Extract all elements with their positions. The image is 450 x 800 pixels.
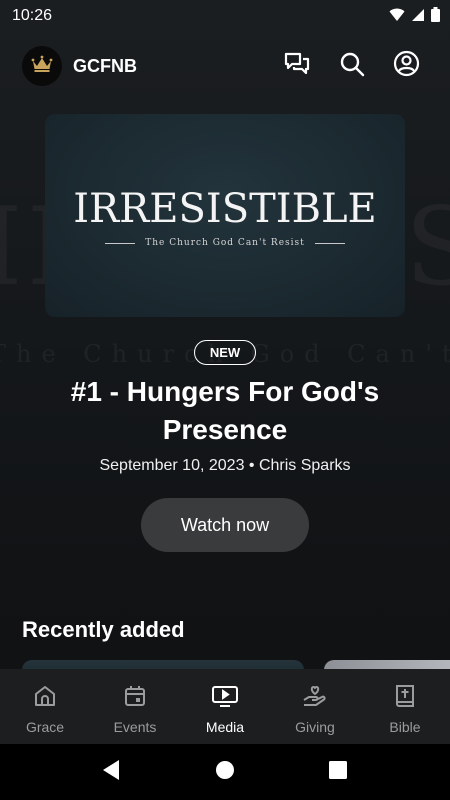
bible-icon <box>391 682 419 710</box>
artwork-title: IRRESISTIBLE <box>73 186 377 232</box>
profile-button[interactable] <box>391 50 421 82</box>
app-header: GCFNB <box>0 44 450 88</box>
nav-item-events[interactable]: Events <box>90 669 180 744</box>
battery-icon <box>431 7 440 22</box>
calendar-icon <box>121 682 149 710</box>
nav-item-bible[interactable]: Bible <box>360 669 450 744</box>
recents-square-icon <box>328 760 348 785</box>
chat-bubbles-icon <box>283 51 311 82</box>
status-icons <box>389 7 440 22</box>
nav-item-media[interactable]: Media <box>180 669 270 744</box>
status-time: 10:26 <box>12 7 53 24</box>
church-icon <box>31 682 59 710</box>
nav-label: Media <box>205 719 245 735</box>
recents-button[interactable] <box>326 760 350 784</box>
search-button[interactable] <box>337 51 367 81</box>
nav-label: Grace <box>25 719 65 735</box>
new-badge: NEW <box>194 340 256 365</box>
home-button[interactable] <box>213 760 237 784</box>
messages-button[interactable] <box>282 51 312 81</box>
tv-play-icon <box>211 682 239 710</box>
divider-line <box>314 242 345 244</box>
status-bar: 10:26 <box>0 0 450 32</box>
home-circle-icon <box>215 760 235 785</box>
artwork-subtitle: The Church God Can't Resist <box>145 238 305 248</box>
system-navigation-bar <box>0 744 450 800</box>
nav-item-giving[interactable]: Giving <box>270 669 360 744</box>
bottom-navigation: Grace Events Media Giving Bible <box>0 669 450 744</box>
hero-artwork[interactable]: IRRESISTIBLE The Church God Can't Resist <box>45 114 405 317</box>
section-title: Recently added <box>22 617 185 642</box>
cellular-signal-icon <box>411 8 425 22</box>
sermon-title: #1 - Hungers For God's Presence <box>70 376 380 445</box>
artwork-subtitle-row: The Church God Can't Resist <box>45 238 405 248</box>
back-triangle-icon <box>101 759 121 786</box>
nav-label: Bible <box>389 719 421 735</box>
giving-hand-icon <box>301 682 329 710</box>
back-button[interactable] <box>99 759 123 786</box>
account-circle-icon <box>393 50 420 82</box>
app-title: GCFNB <box>73 56 137 76</box>
sermon-meta: September 10, 2023 • Chris Sparks <box>99 457 351 474</box>
watch-now-button[interactable]: Watch now <box>141 498 309 552</box>
nav-item-grace[interactable]: Grace <box>0 669 90 744</box>
church-logo[interactable] <box>22 46 62 86</box>
app-screen: IRRESISTIBLE The Church God Can't Resist… <box>0 0 450 800</box>
divider-line <box>105 242 136 244</box>
wifi-icon <box>389 8 405 22</box>
nav-label: Events <box>113 719 157 735</box>
search-icon <box>339 51 365 82</box>
crown-icon <box>31 55 53 78</box>
nav-label: Giving <box>295 719 335 735</box>
